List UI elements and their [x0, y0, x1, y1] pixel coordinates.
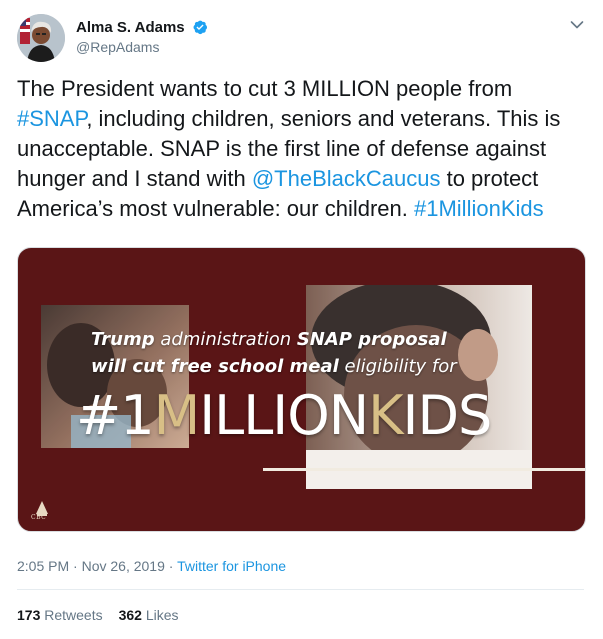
media-headline: Trump administration SNAP proposal will c…	[91, 326, 521, 380]
media-hashtag-part: #1	[76, 384, 155, 447]
media-hashtag-part: K	[368, 384, 403, 447]
media-hashtag: #1MILLIONKIDS	[76, 384, 493, 447]
media-hashtag-part: ILLION	[199, 384, 369, 447]
headline-text: eligibility for	[338, 356, 457, 377]
retweets-count: 173	[17, 607, 41, 623]
hashtag-kids-link[interactable]: #1MillionKids	[414, 196, 544, 221]
retweets-label: Retweets	[44, 607, 103, 623]
media-divider	[263, 468, 585, 471]
likes-count: 362	[118, 607, 142, 623]
tweet-source-link[interactable]: Twitter for iPhone	[177, 558, 286, 574]
tweet-menu-button[interactable]	[567, 15, 587, 35]
tweet-date[interactable]: Nov 26, 2019	[82, 558, 165, 574]
display-name[interactable]: Alma S. Adams	[76, 18, 208, 37]
media-image[interactable]: Trump administration SNAP proposal will c…	[17, 247, 586, 532]
media-hashtag-part: M	[153, 384, 201, 447]
hashtag-snap-link[interactable]: #SNAP	[17, 106, 86, 131]
avatar[interactable]	[17, 14, 65, 62]
chevron-down-icon	[570, 21, 584, 29]
author-block[interactable]: Alma S. Adams @RepAdams	[76, 18, 208, 57]
tweet-stats: 173 Retweets 362 Likes	[17, 605, 195, 625]
meta-separator: ·	[69, 558, 82, 574]
media-hashtag-part: IDS	[402, 384, 493, 447]
likes-stat[interactable]: 362 Likes	[119, 607, 179, 623]
avatar-image	[17, 14, 65, 62]
retweets-stat[interactable]: 173 Retweets	[17, 607, 103, 623]
display-name-text: Alma S. Adams	[76, 19, 185, 36]
headline-text: will cut free school meal	[91, 356, 339, 377]
tweet-meta: 2:05 PM · Nov 26, 2019 · Twitter for iPh…	[17, 556, 286, 576]
verified-badge-icon	[193, 20, 207, 35]
tweet-text: The President wants to cut 3 MILLION peo…	[17, 74, 589, 224]
divider	[17, 589, 584, 590]
cbc-logo-text: CBC	[31, 514, 47, 521]
meta-separator: ·	[164, 558, 178, 574]
tweet-text-part: The President wants to cut 3 MILLION peo…	[17, 76, 513, 101]
likes-label: Likes	[145, 607, 179, 623]
headline-text: administration	[154, 329, 297, 350]
headline-text: SNAP proposal	[296, 329, 447, 350]
headline-text: Trump	[91, 329, 155, 350]
mention-link[interactable]: @TheBlackCaucus	[252, 166, 441, 191]
tweet-card: Alma S. Adams @RepAdams The President wa…	[0, 0, 603, 639]
handle[interactable]: @RepAdams	[76, 37, 208, 57]
tweet-time[interactable]: 2:05 PM	[17, 558, 69, 574]
